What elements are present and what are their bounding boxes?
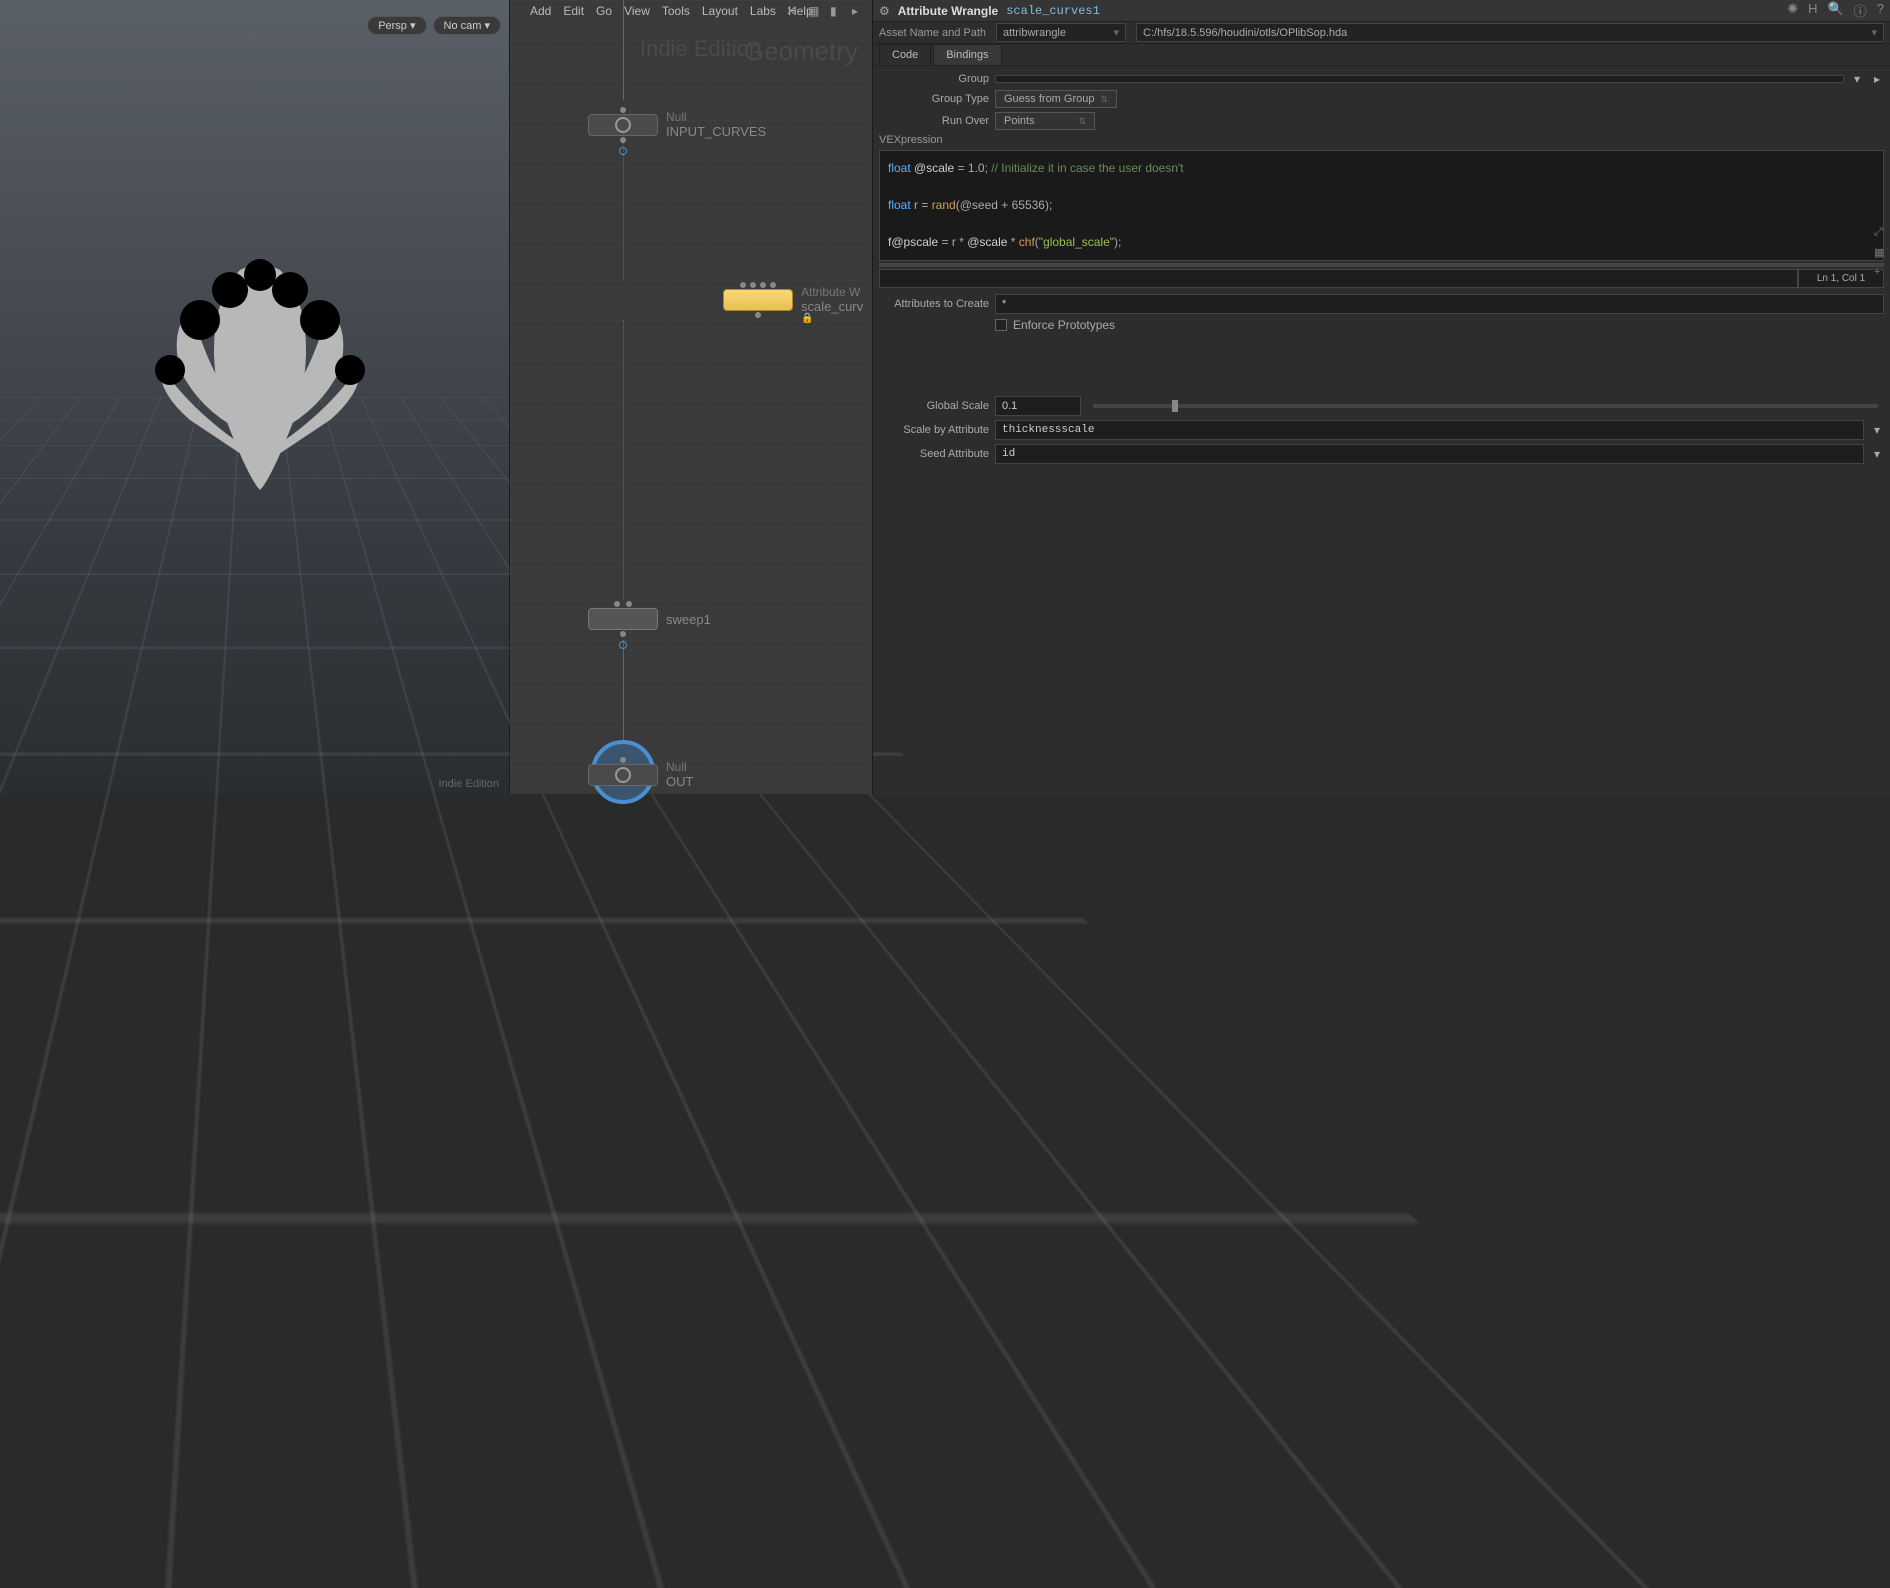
node-out[interactable]: Null OUT (588, 760, 693, 789)
grid-icon[interactable]: ▦ (1874, 246, 1888, 260)
enforce-label: Enforce Prototypes (1013, 318, 1115, 332)
menu-add[interactable]: Add (530, 4, 551, 18)
node-name-label: scale_curv (801, 299, 863, 314)
scale-attr-field[interactable]: thicknessscale (995, 420, 1864, 440)
search-icon[interactable]: 🔍 (1828, 1, 1844, 20)
scale-attr-label: Scale by Attribute (879, 424, 989, 436)
menu-layout[interactable]: Layout (702, 4, 738, 18)
snap-icon[interactable]: ▦ (808, 4, 822, 18)
group-type-label: Group Type (879, 93, 989, 105)
node-scale-curves[interactable]: Attribute W scale_curv 🔒 (723, 285, 863, 314)
gear-icon[interactable]: ✺ (1787, 1, 1798, 20)
asset-type-dropdown[interactable]: attribwrangle (996, 23, 1126, 42)
asset-label: Asset Name and Path (879, 27, 986, 39)
menu-edit[interactable]: Edit (563, 4, 584, 18)
group-field[interactable] (995, 75, 1844, 83)
node-type-label: Null (666, 110, 766, 124)
seed-attr-field[interactable]: id (995, 444, 1864, 464)
operator-type-title: Attribute Wrangle (898, 4, 998, 18)
expand-icon[interactable]: ⤢ (1874, 226, 1888, 240)
nocam-button[interactable]: No cam ▾ (433, 16, 501, 35)
vex-label: VEXpression (879, 134, 1884, 146)
menu-tools[interactable]: Tools (662, 4, 690, 18)
node-name-label: OUT (666, 774, 693, 789)
edition-watermark: Indie Edition (438, 778, 499, 790)
tool-icon[interactable]: ✕ (786, 4, 800, 18)
seed-attr-menu-icon[interactable]: ▾ (1870, 447, 1884, 461)
node-name-label: INPUT_CURVES (666, 124, 766, 139)
vex-status-field[interactable] (879, 269, 1798, 288)
play-icon[interactable]: ▸ (852, 4, 866, 18)
display-flag-icon[interactable] (619, 147, 627, 155)
asset-path-dropdown[interactable]: C:/hfs/18.5.596/houdini/otls/OPlibSop.hd… (1136, 23, 1884, 42)
global-scale-slider[interactable] (1093, 404, 1878, 408)
node-type-label: Null (666, 760, 693, 774)
attrs-create-field[interactable]: * (995, 294, 1884, 314)
node-type-label: Attribute W (801, 285, 863, 299)
seed-attr-label: Seed Attribute (879, 448, 989, 460)
tab-code[interactable]: Code (879, 44, 931, 65)
splitter[interactable] (879, 263, 1884, 267)
parameter-pane: ⚙ Attribute Wrangle scale_curves1 ✺ H 🔍 … (873, 0, 1890, 794)
persp-button[interactable]: Persp ▾ (367, 16, 426, 35)
geometry-mesh (120, 230, 400, 510)
enforce-checkbox[interactable] (995, 319, 1007, 331)
wire (623, 320, 624, 600)
help-icon[interactable]: ? (1877, 1, 1884, 20)
global-scale-field[interactable]: 0.1 (995, 396, 1081, 416)
operator-name[interactable]: scale_curves1 (1006, 4, 1100, 18)
tab-bindings[interactable]: Bindings (933, 44, 1001, 65)
wrangle-icon: ⚙ (879, 4, 890, 18)
group-type-dropdown[interactable]: Guess from Group (995, 90, 1117, 108)
wire (623, 640, 624, 750)
group-select-icon[interactable]: ▸ (1870, 72, 1884, 86)
menu-view[interactable]: View (624, 4, 650, 18)
group-label: Group (879, 73, 989, 85)
vex-editor[interactable]: float @scale = 1.0; // Initialize it in … (879, 150, 1884, 261)
info-icon[interactable]: ⓘ (1854, 1, 1867, 20)
scene-viewport[interactable]: Persp ▾ No cam ▾ Indie Edition (0, 0, 510, 794)
global-scale-label: Global Scale (879, 400, 989, 412)
menu-go[interactable]: Go (596, 4, 612, 18)
node-sweep1[interactable]: sweep1 (588, 608, 711, 630)
geometry-watermark: Geometry (744, 36, 858, 67)
group-menu-icon[interactable]: ▾ (1850, 72, 1864, 86)
menu-labs[interactable]: Labs (750, 4, 776, 18)
layout-icon[interactable]: ▮ (830, 4, 844, 18)
line-col-indicator: Ln 1, Col 1 (1798, 269, 1884, 288)
display-flag-icon[interactable] (619, 641, 627, 649)
run-over-dropdown[interactable]: Points (995, 112, 1095, 130)
h-icon[interactable]: H (1808, 1, 1817, 20)
add-icon[interactable]: + (1874, 266, 1888, 280)
wire (623, 140, 624, 280)
node-input-curves[interactable]: Null INPUT_CURVES (588, 110, 766, 139)
node-name-label: sweep1 (666, 612, 711, 627)
network-view[interactable]: Add Edit Go View Tools Layout Labs Help … (510, 0, 873, 794)
attrs-create-label: Attributes to Create (879, 298, 989, 310)
scale-attr-menu-icon[interactable]: ▾ (1870, 423, 1884, 437)
lock-icon: 🔒 (801, 313, 813, 324)
run-over-label: Run Over (879, 115, 989, 127)
network-menubar: Add Edit Go View Tools Layout Labs Help (530, 4, 813, 18)
